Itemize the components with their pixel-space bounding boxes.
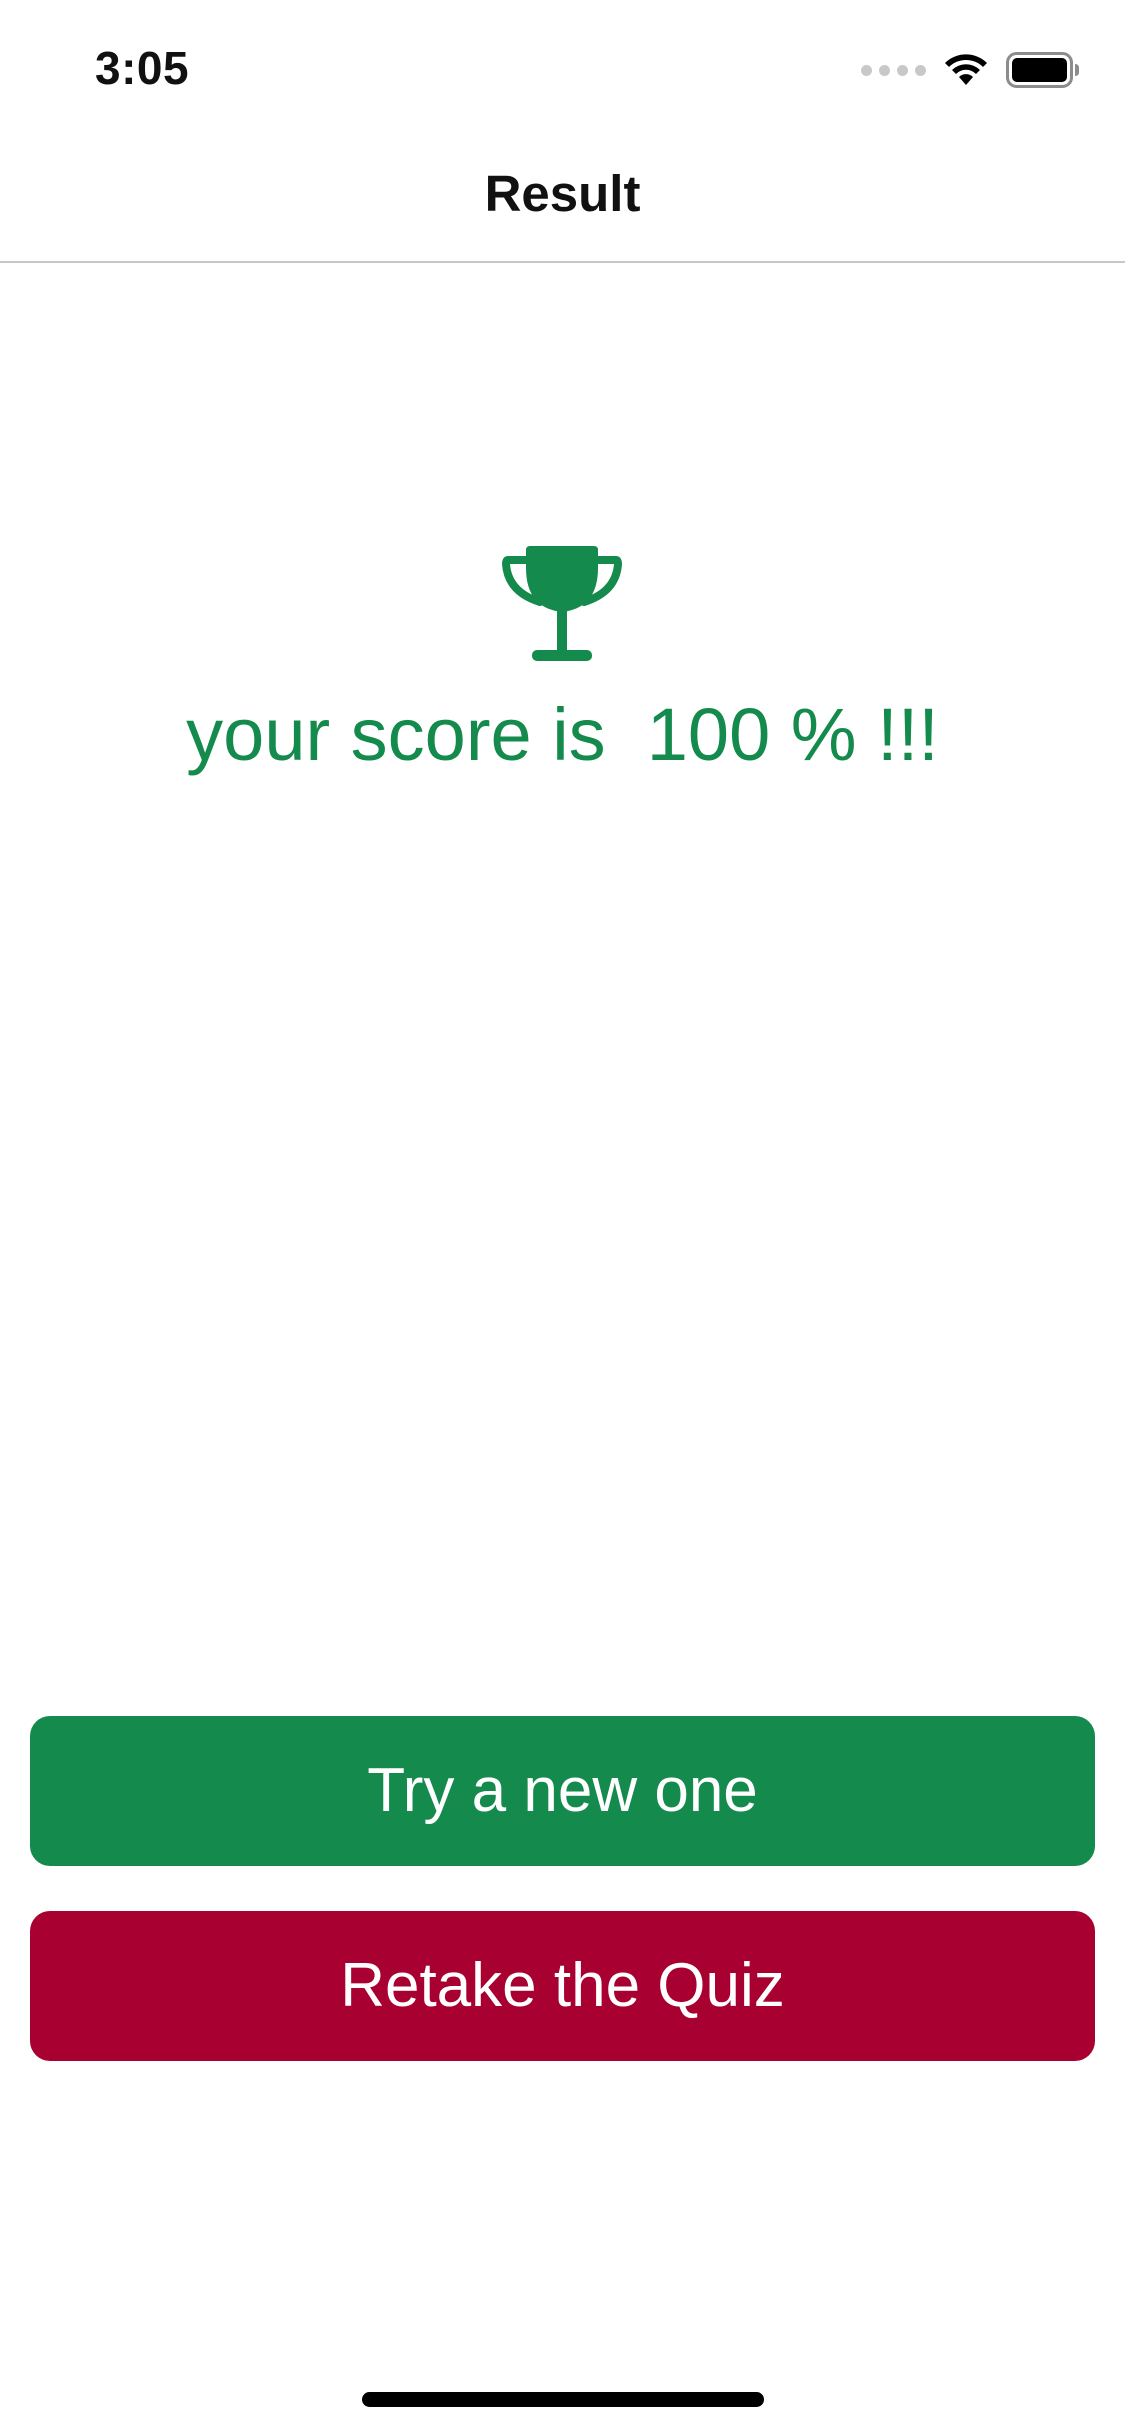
try-new-quiz-button[interactable]: Try a new one [30, 1716, 1095, 1866]
wifi-icon [945, 54, 987, 85]
battery-icon [1006, 52, 1079, 88]
result-area: your score is 100 % !!! [0, 540, 1125, 800]
trophy-icon [501, 546, 623, 661]
status-time: 3:05 [95, 42, 190, 94]
cellular-signal-icon [861, 64, 926, 76]
navigation-bar: Result [0, 132, 1125, 263]
status-bar: 3:05 [0, 0, 1125, 132]
status-icons [861, 48, 1080, 92]
home-indicator[interactable] [362, 2392, 764, 2407]
score-text: your score is 100 % !!! [186, 693, 939, 776]
page-title: Result [484, 165, 641, 222]
retake-quiz-button[interactable]: Retake the Quiz [30, 1911, 1095, 2061]
